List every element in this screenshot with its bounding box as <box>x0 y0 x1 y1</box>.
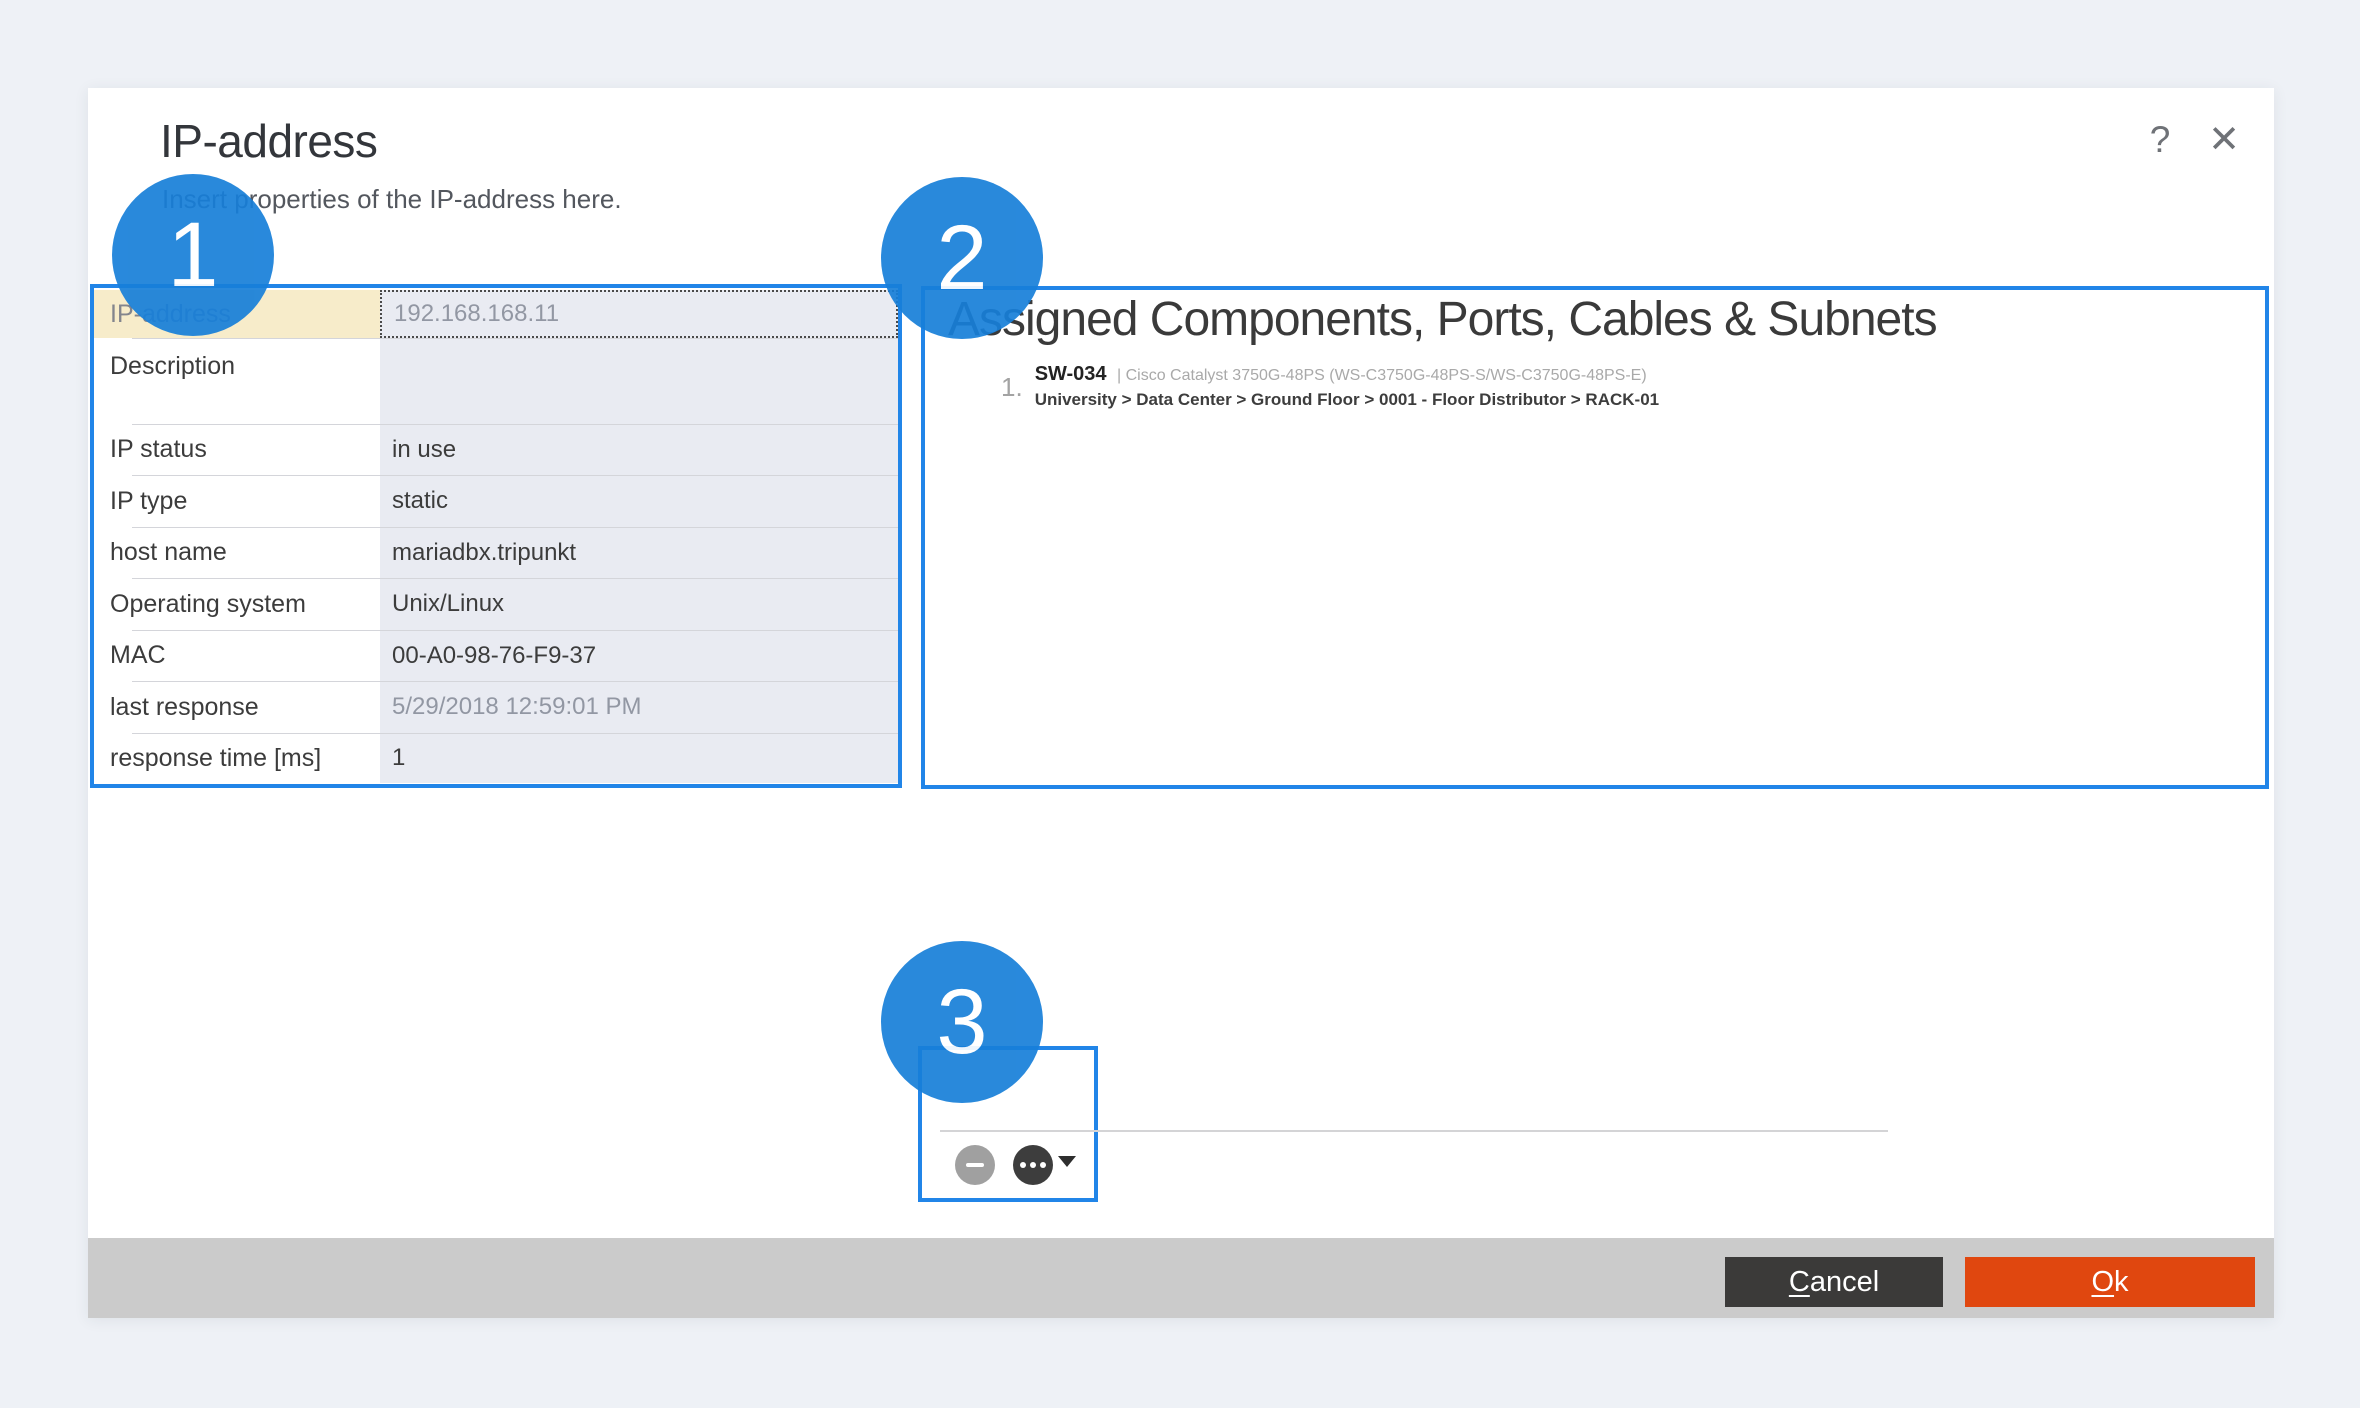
ip-status-field[interactable]: in use <box>380 424 898 475</box>
callout-circle-3: 3 <box>881 941 1043 1103</box>
chevron-down-icon[interactable] <box>1058 1156 1076 1167</box>
ip-properties-panel: IP-address 192.168.168.11 Description IP… <box>90 284 902 788</box>
ip-address-field[interactable]: 192.168.168.11 <box>380 290 898 338</box>
component-model: | Cisco Catalyst 3750G-48PS (WS-C3750G-4… <box>1117 367 1647 384</box>
mac-field[interactable]: 00-A0-98-76-F9-37 <box>380 630 898 681</box>
last-response-field: 5/29/2018 12:59:01 PM <box>380 681 898 733</box>
property-row-response-time: response time [ms] 1 <box>94 733 898 783</box>
minus-icon <box>966 1163 984 1167</box>
ok-button[interactable]: Ok <box>1965 1257 2255 1307</box>
property-row-operating-system: Operating system Unix/Linux <box>94 578 898 630</box>
help-icon[interactable]: ? <box>2138 118 2182 162</box>
callout-circle-2: 2 <box>881 177 1043 339</box>
ip-address-dialog: IP-address Insert properties of the IP-a… <box>88 88 2274 1318</box>
cancel-button[interactable]: Cancel <box>1725 1257 1943 1307</box>
component-name: SW-034 <box>1035 363 1107 385</box>
desktop-background: IP-address Insert properties of the IP-a… <box>0 0 2360 1408</box>
host-name-field[interactable]: mariadbx.tripunkt <box>380 527 898 578</box>
last-response-label: last response <box>94 681 380 733</box>
callout-circle-1: 1 <box>112 174 274 336</box>
operating-system-field[interactable]: Unix/Linux <box>380 578 898 630</box>
description-field[interactable] <box>380 338 898 424</box>
property-row-host-name: host name mariadbx.tripunkt <box>94 527 898 578</box>
close-icon[interactable]: ✕ <box>2200 116 2248 164</box>
property-row-description: Description <box>94 338 898 424</box>
assigned-components-panel: Assigned Components, Ports, Cables & Sub… <box>921 286 2269 789</box>
ellipsis-icon <box>1020 1162 1046 1168</box>
ip-status-label: IP status <box>94 424 380 475</box>
response-time-label: response time [ms] <box>94 733 380 783</box>
property-row-ip-type: IP type static <box>94 475 898 527</box>
component-location-breadcrumb: University > Data Center > Ground Floor … <box>1035 388 1659 412</box>
toolbar-divider <box>940 1130 1888 1132</box>
cancel-label: ancel <box>1810 1266 1879 1298</box>
assigned-component-list-item[interactable]: 1. SW-034 | Cisco Catalyst 3750G-48PS (W… <box>1001 362 1659 412</box>
list-item-number: 1. <box>1001 372 1023 403</box>
property-row-last-response: last response 5/29/2018 12:59:01 PM <box>94 681 898 733</box>
ip-type-label: IP type <box>94 475 380 527</box>
dialog-title: IP-address <box>160 114 377 168</box>
ip-type-field[interactable]: static <box>380 475 898 527</box>
dialog-footer: Cancel Ok <box>88 1238 2274 1318</box>
property-row-ip-status: IP status in use <box>94 424 898 475</box>
remove-assignment-button[interactable] <box>955 1145 995 1185</box>
operating-system-label: Operating system <box>94 578 380 630</box>
host-name-label: host name <box>94 527 380 578</box>
mac-label: MAC <box>94 630 380 681</box>
ok-label-mnemonic: O <box>2091 1266 2114 1298</box>
property-row-mac: MAC 00-A0-98-76-F9-37 <box>94 630 898 681</box>
description-label: Description <box>94 338 380 424</box>
ok-label: k <box>2114 1266 2129 1298</box>
response-time-field: 1 <box>380 733 898 783</box>
cancel-label-mnemonic: C <box>1789 1266 1810 1298</box>
assigned-components-heading: Assigned Components, Ports, Cables & Sub… <box>948 292 1937 347</box>
more-actions-button[interactable] <box>1013 1145 1053 1185</box>
